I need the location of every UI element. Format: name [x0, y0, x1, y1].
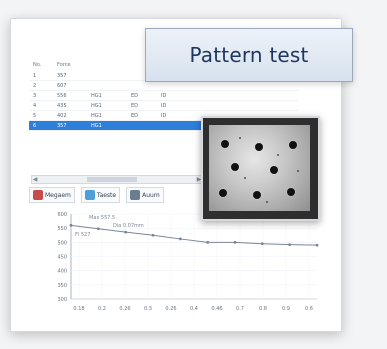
pattern-test-title: Pattern test: [189, 43, 309, 67]
data-point: [288, 243, 292, 246]
x-tick-label: 0.7: [236, 306, 244, 312]
pattern-speck: [277, 154, 279, 156]
pattern-dot: [219, 189, 227, 197]
y-tick-label: 450: [57, 255, 67, 261]
tab-taeste[interactable]: Taeste: [80, 187, 121, 203]
x-tick-label: 0.6: [305, 306, 313, 312]
x-tick-label: 0.4: [190, 306, 198, 312]
data-point: [124, 230, 128, 234]
annotation-dia: Dia 0.07mm: [113, 223, 144, 229]
tab-label: Taeste: [96, 191, 117, 199]
x-tick-label: 0.46: [211, 306, 222, 312]
tab-auum[interactable]: Auum: [126, 187, 164, 203]
scroll-thumb[interactable]: [87, 177, 137, 182]
view-tabs: Megaem Taeste Auum: [29, 187, 215, 203]
data-point: [315, 243, 319, 247]
data-point: [260, 242, 264, 246]
pattern-speck: [297, 170, 299, 172]
data-point: [178, 237, 182, 241]
graph-icon: [33, 190, 43, 200]
window-icon: [130, 190, 141, 200]
annotation-max: Max 557.5: [89, 215, 115, 221]
data-point: [206, 240, 210, 244]
table-row[interactable]: 4 435 HG1 ED ID: [29, 101, 299, 111]
header-force: Force: [57, 62, 71, 68]
pattern-image-card: [201, 116, 320, 221]
y-tick-label: 400: [57, 269, 67, 275]
x-tick-label: 0.26: [119, 306, 130, 312]
horizontal-scrollbar[interactable]: ◀ ▶: [31, 175, 203, 184]
pattern-dot: [289, 141, 297, 149]
pattern-dot: [287, 188, 295, 196]
y-tick-label: 500: [57, 240, 67, 246]
pattern-speck: [266, 201, 268, 203]
y-tick-label: 600: [57, 212, 67, 218]
x-tick-label: 0.2: [98, 306, 106, 312]
x-tick-label: 0.9: [282, 306, 290, 312]
scroll-left-icon[interactable]: ◀: [32, 176, 38, 183]
pattern-image: [209, 125, 310, 211]
x-tick-label: 0.26: [165, 306, 176, 312]
tab-label: Auum: [142, 191, 160, 199]
table-row[interactable]: 3 556 HG1 ED ID: [29, 91, 299, 101]
pattern-dot: [253, 191, 261, 199]
y-tick-label: 550: [57, 226, 67, 232]
data-point: [151, 233, 155, 237]
data-point: [233, 240, 237, 244]
x-tick-label: 0.8: [259, 306, 267, 312]
pattern-speck: [239, 137, 241, 139]
tab-megaem[interactable]: Megaem: [29, 187, 75, 203]
pattern-icon: [84, 190, 95, 200]
pattern-dot: [270, 166, 278, 174]
y-tick-label: 350: [57, 283, 67, 289]
annotation-fl: Fl 527: [75, 232, 90, 238]
tab-label: Megaem: [45, 191, 71, 199]
y-tick-label: 300: [57, 297, 67, 303]
data-point: [96, 227, 100, 231]
data-point: [69, 223, 73, 227]
pattern-test-banner: Pattern test: [145, 28, 353, 82]
pattern-speck: [244, 177, 246, 179]
table-row[interactable]: 2 607: [29, 81, 299, 91]
pattern-dot: [231, 163, 239, 171]
x-tick-label: 0.18: [73, 306, 84, 312]
pattern-dot: [221, 140, 229, 148]
pattern-dot: [255, 143, 263, 151]
x-tick-label: 0.3: [144, 306, 152, 312]
header-no: No.: [33, 62, 42, 68]
